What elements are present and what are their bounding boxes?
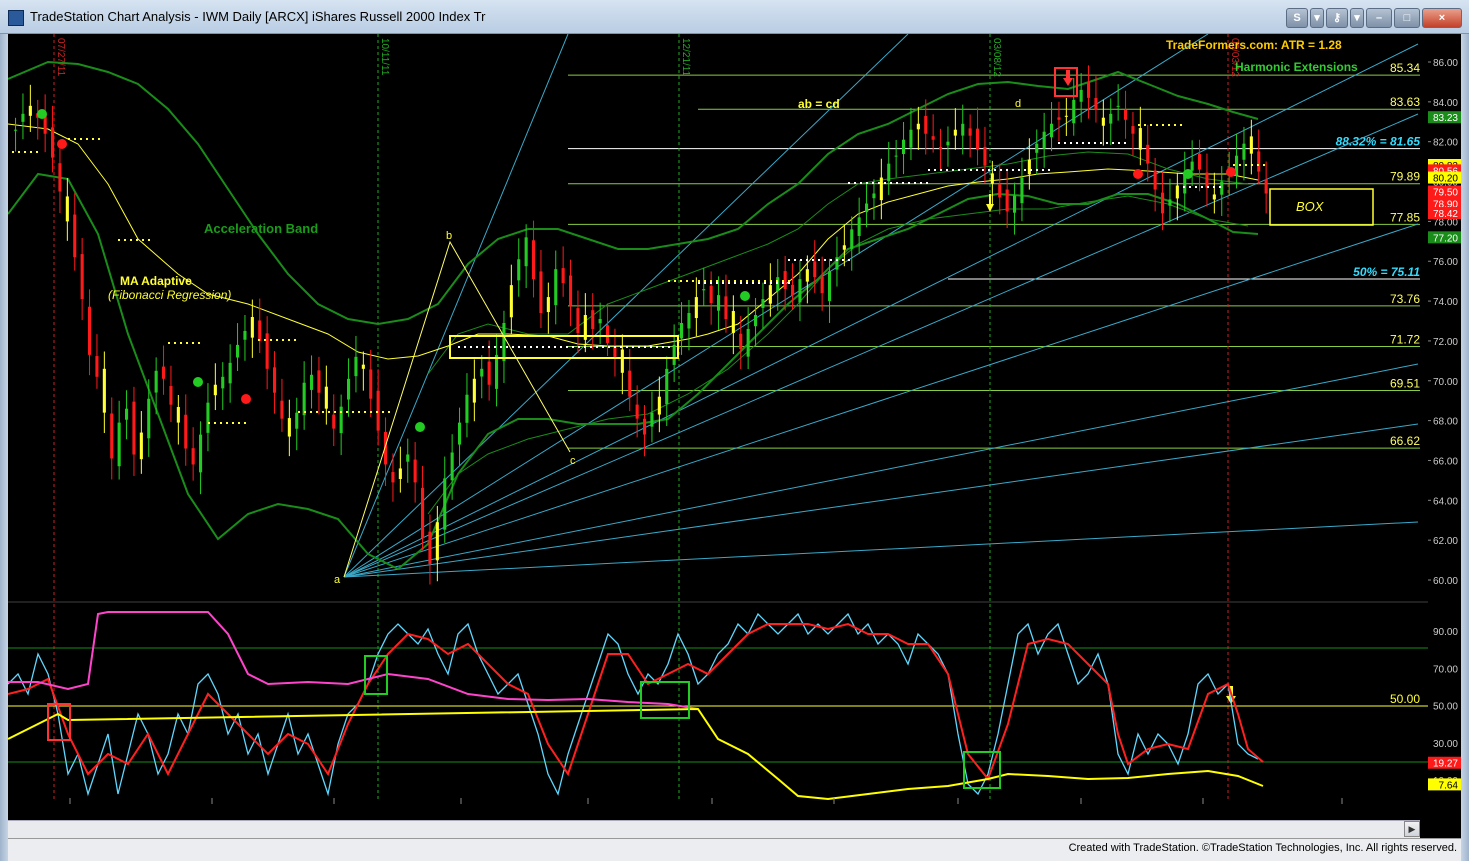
status-bar: Created with TradeStation. ©TradeStation… <box>8 838 1461 861</box>
date-marker-label: 12/21/11 <box>680 38 691 77</box>
fib-level-label: 73.76 <box>1390 292 1420 306</box>
symbol-link-button[interactable]: S <box>1286 8 1308 28</box>
osc-tag-label: 19.27 <box>1433 759 1458 770</box>
osc-axis-label: 90.00 <box>1433 627 1458 638</box>
fib-level-label: 50% = 75.11 <box>1353 265 1420 279</box>
osc-tag-label: 7.64 <box>1439 780 1459 791</box>
price-axis-label: 86.00 <box>1433 58 1458 69</box>
lock-dropdown-button[interactable]: ▾ <box>1350 8 1364 28</box>
price-axis-label: 76.00 <box>1433 257 1458 268</box>
symbol-dropdown-button[interactable]: ▾ <box>1310 8 1324 28</box>
price-axis-label: 68.00 <box>1433 417 1458 428</box>
pivot-dot-red <box>57 139 67 149</box>
price-axis[interactable]: 86.0084.0082.0080.0078.0076.0074.0072.00… <box>1428 34 1461 804</box>
fib-level-label: 88.32% = 81.65 <box>1336 135 1421 149</box>
price-chart-svg[interactable]: 85.34 83.63 88.32% = 81.65 79.89 77.85 50% = … <box>7 33 1428 820</box>
price-tag-label: 78.42 <box>1433 209 1458 220</box>
ma-adaptive-label: MA Adaptive <box>120 274 192 288</box>
osc-axis-label: 30.00 <box>1433 739 1458 750</box>
price-axis-label: 74.00 <box>1433 297 1458 308</box>
fib-level-label: 85.34 <box>1390 61 1420 75</box>
pivot-b-label: b <box>446 230 452 242</box>
scroll-right-button[interactable]: ▶ <box>1404 821 1420 837</box>
maximize-button[interactable]: □ <box>1394 8 1420 28</box>
price-axis-label: 60.00 <box>1433 576 1458 587</box>
pivot-a-label: a <box>334 574 341 586</box>
ma-adaptive-sublabel: (Fibonacci Regression) <box>108 288 231 302</box>
pivot-dot-green <box>740 291 750 301</box>
price-tag-label: 80.20 <box>1433 174 1458 185</box>
chart-area[interactable]: 85.34 83.63 88.32% = 81.65 79.89 77.85 50% = … <box>7 33 1428 820</box>
box-label: BOX <box>1296 199 1325 214</box>
title-bar: TradeStation Chart Analysis - IWM Daily … <box>0 0 1469 34</box>
date-marker-label: 10/11/11 <box>379 38 390 76</box>
fib-level-label: 77.85 <box>1390 210 1420 224</box>
price-tag-label: 79.50 <box>1433 188 1458 199</box>
pivot-dot-red <box>1133 169 1143 179</box>
harmonic-label: Harmonic Extensions <box>1235 60 1358 74</box>
fib-level-label: 66.62 <box>1390 434 1420 448</box>
fib-level-label: 83.63 <box>1390 95 1420 109</box>
price-axis-label: 84.00 <box>1433 98 1458 109</box>
date-marker-label: 03/08/12 <box>991 38 1002 77</box>
pivot-dot-green <box>37 109 47 119</box>
pivot-dot-red <box>241 394 251 404</box>
price-axis-label: 72.00 <box>1433 337 1458 348</box>
time-scrollbar[interactable] <box>8 820 1420 838</box>
status-text: Created with TradeStation. ©TradeStation… <box>1068 842 1457 854</box>
osc-axis-label: 50.00 <box>1433 702 1458 713</box>
minimize-button[interactable]: – <box>1366 8 1392 28</box>
osc-level-label: 50.00 <box>1390 692 1420 706</box>
lock-icon[interactable]: ⚷ <box>1326 8 1348 28</box>
acceleration-band-label: Acceleration Band <box>204 221 318 236</box>
price-axis-label: 62.00 <box>1433 536 1458 547</box>
price-axis-label: 64.00 <box>1433 496 1458 507</box>
pivot-c-label: c <box>570 455 576 467</box>
abcd-label: ab = cd <box>798 97 840 111</box>
price-tag-label: 77.20 <box>1433 233 1458 244</box>
app-icon <box>8 10 24 26</box>
tradeformers-label: TradeFormers.com: ATR = 1.28 <box>1166 38 1342 52</box>
window-frame-left <box>0 34 8 861</box>
close-button[interactable]: × <box>1422 8 1462 28</box>
price-axis-label: 66.00 <box>1433 456 1458 467</box>
price-axis-label: 70.00 <box>1433 377 1458 388</box>
fib-level-label: 71.72 <box>1390 333 1420 347</box>
pivot-dot-red <box>1226 167 1236 177</box>
window-frame-right <box>1461 34 1469 861</box>
fib-level-label: 69.51 <box>1390 377 1420 391</box>
price-axis-label: 82.00 <box>1433 138 1458 149</box>
window-title: TradeStation Chart Analysis - IWM Daily … <box>30 9 486 24</box>
price-tag-label: 83.23 <box>1433 113 1458 124</box>
pivot-dot-green <box>415 422 425 432</box>
pivot-dot-green <box>193 377 203 387</box>
date-marker-label: 07/27/11 <box>55 38 66 77</box>
pivot-dot-green <box>1183 169 1193 179</box>
fib-level-label: 79.89 <box>1390 170 1420 184</box>
osc-axis-label: 70.00 <box>1433 664 1458 675</box>
pivot-d-label: d <box>1015 98 1021 110</box>
